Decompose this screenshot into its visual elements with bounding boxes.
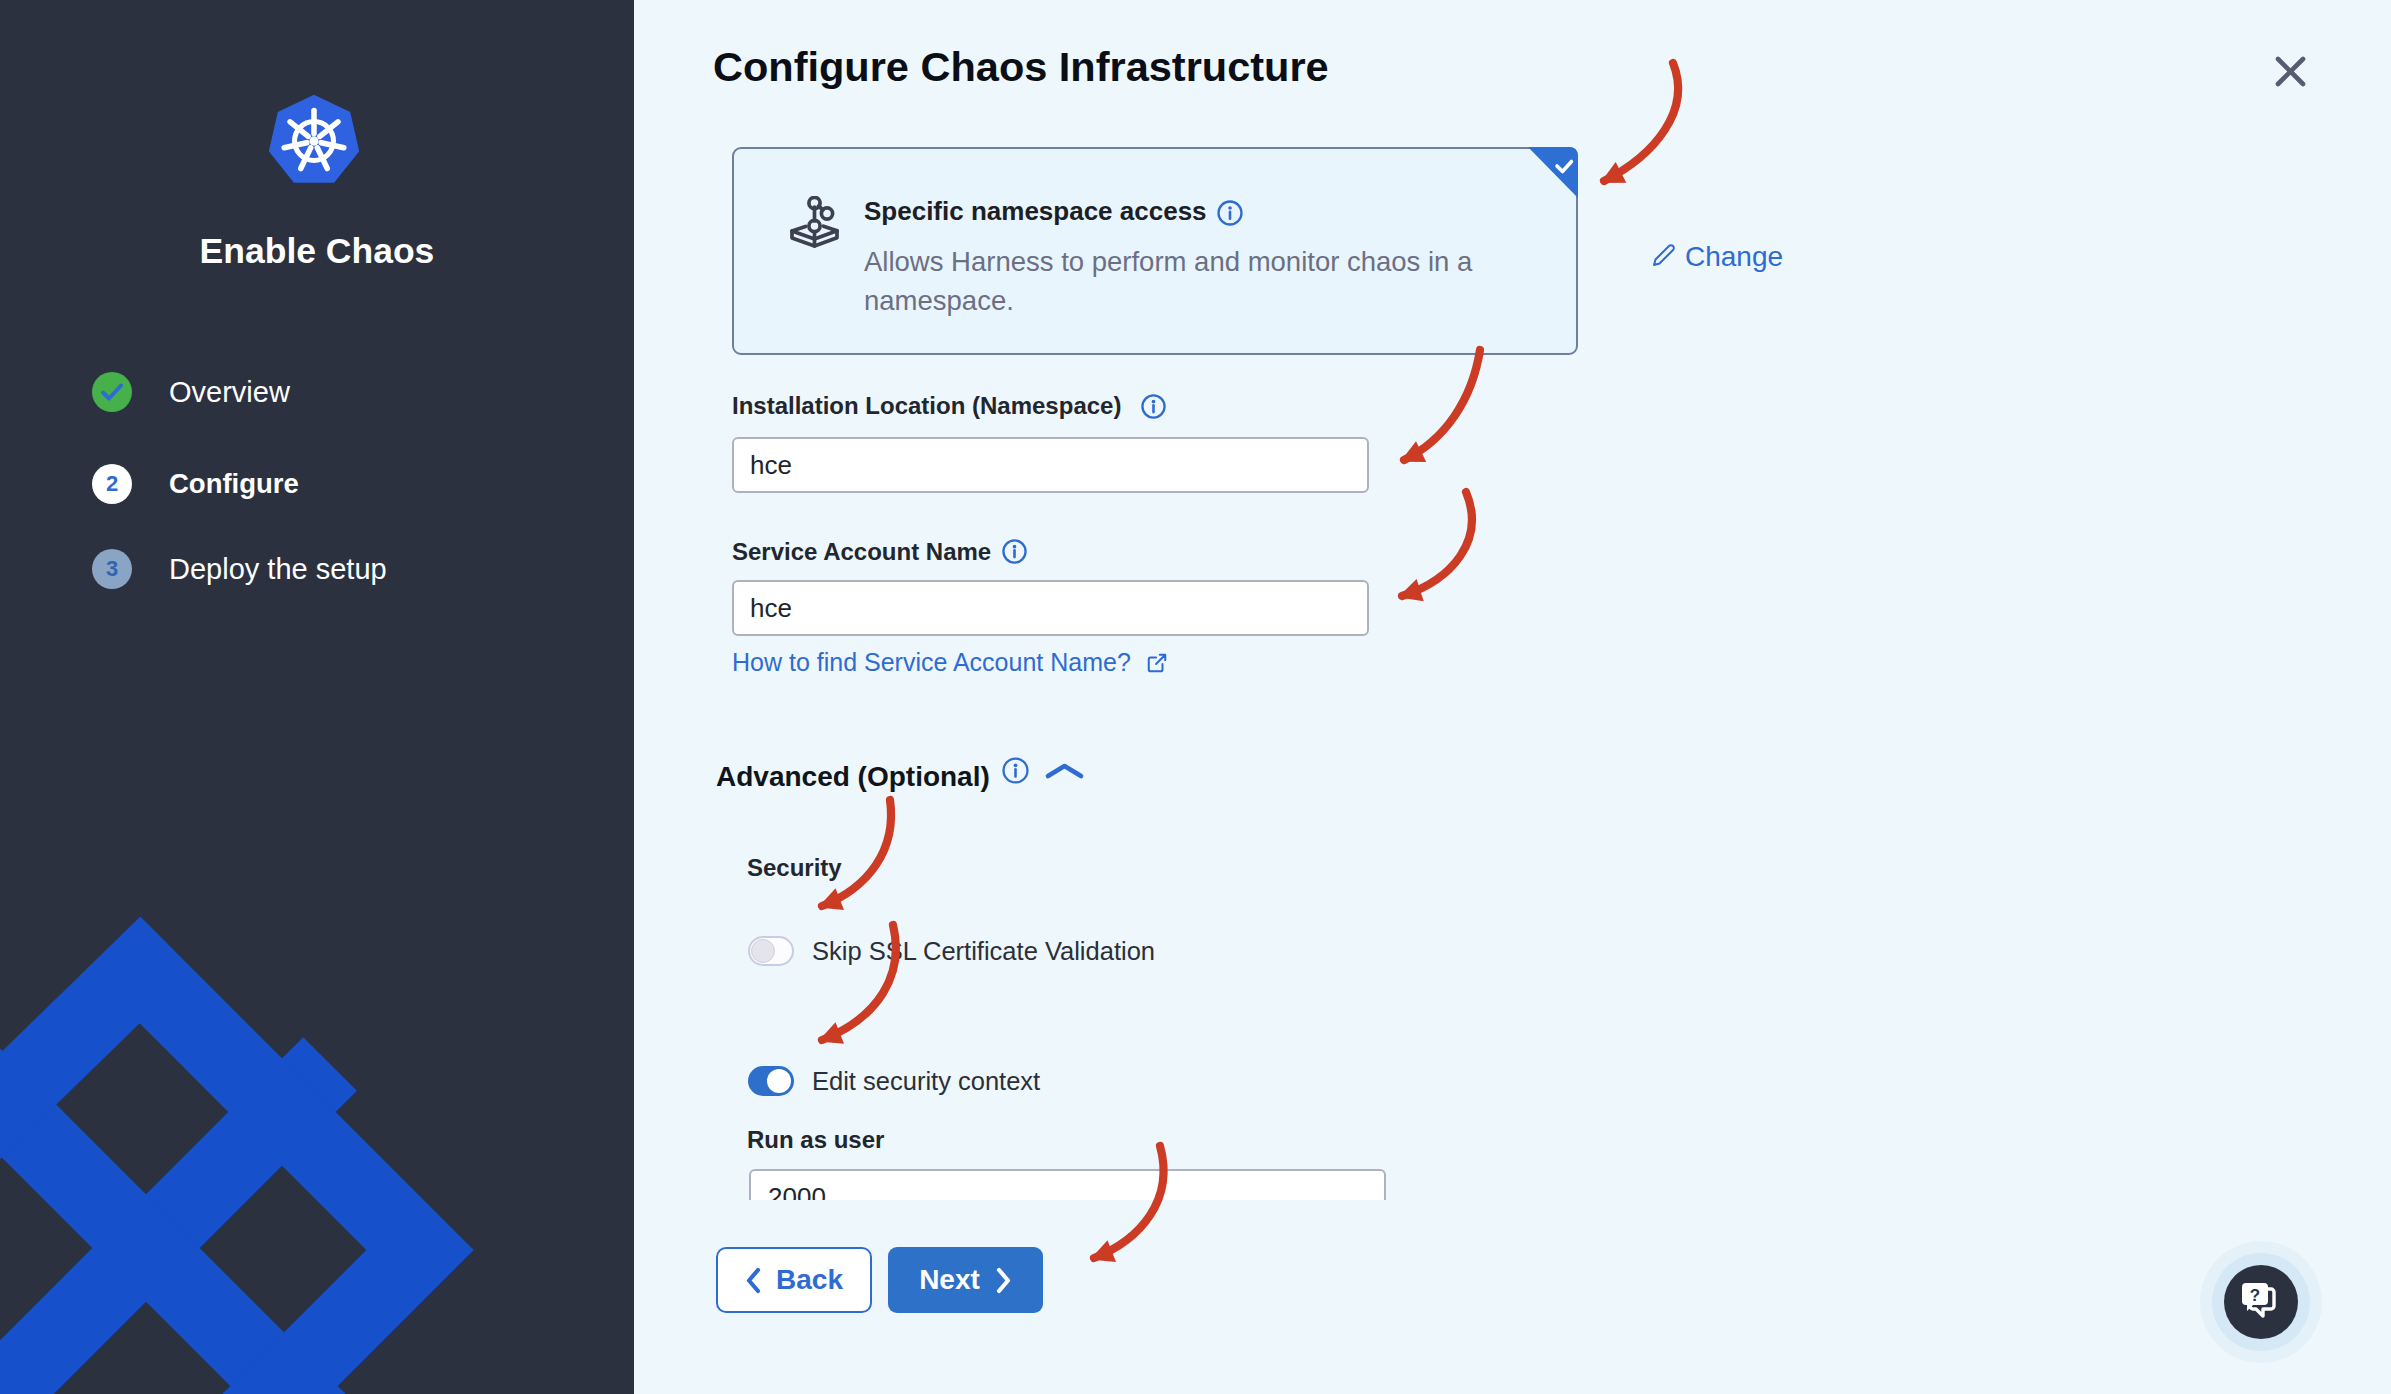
svg-text:?: ? xyxy=(2250,1286,2260,1305)
